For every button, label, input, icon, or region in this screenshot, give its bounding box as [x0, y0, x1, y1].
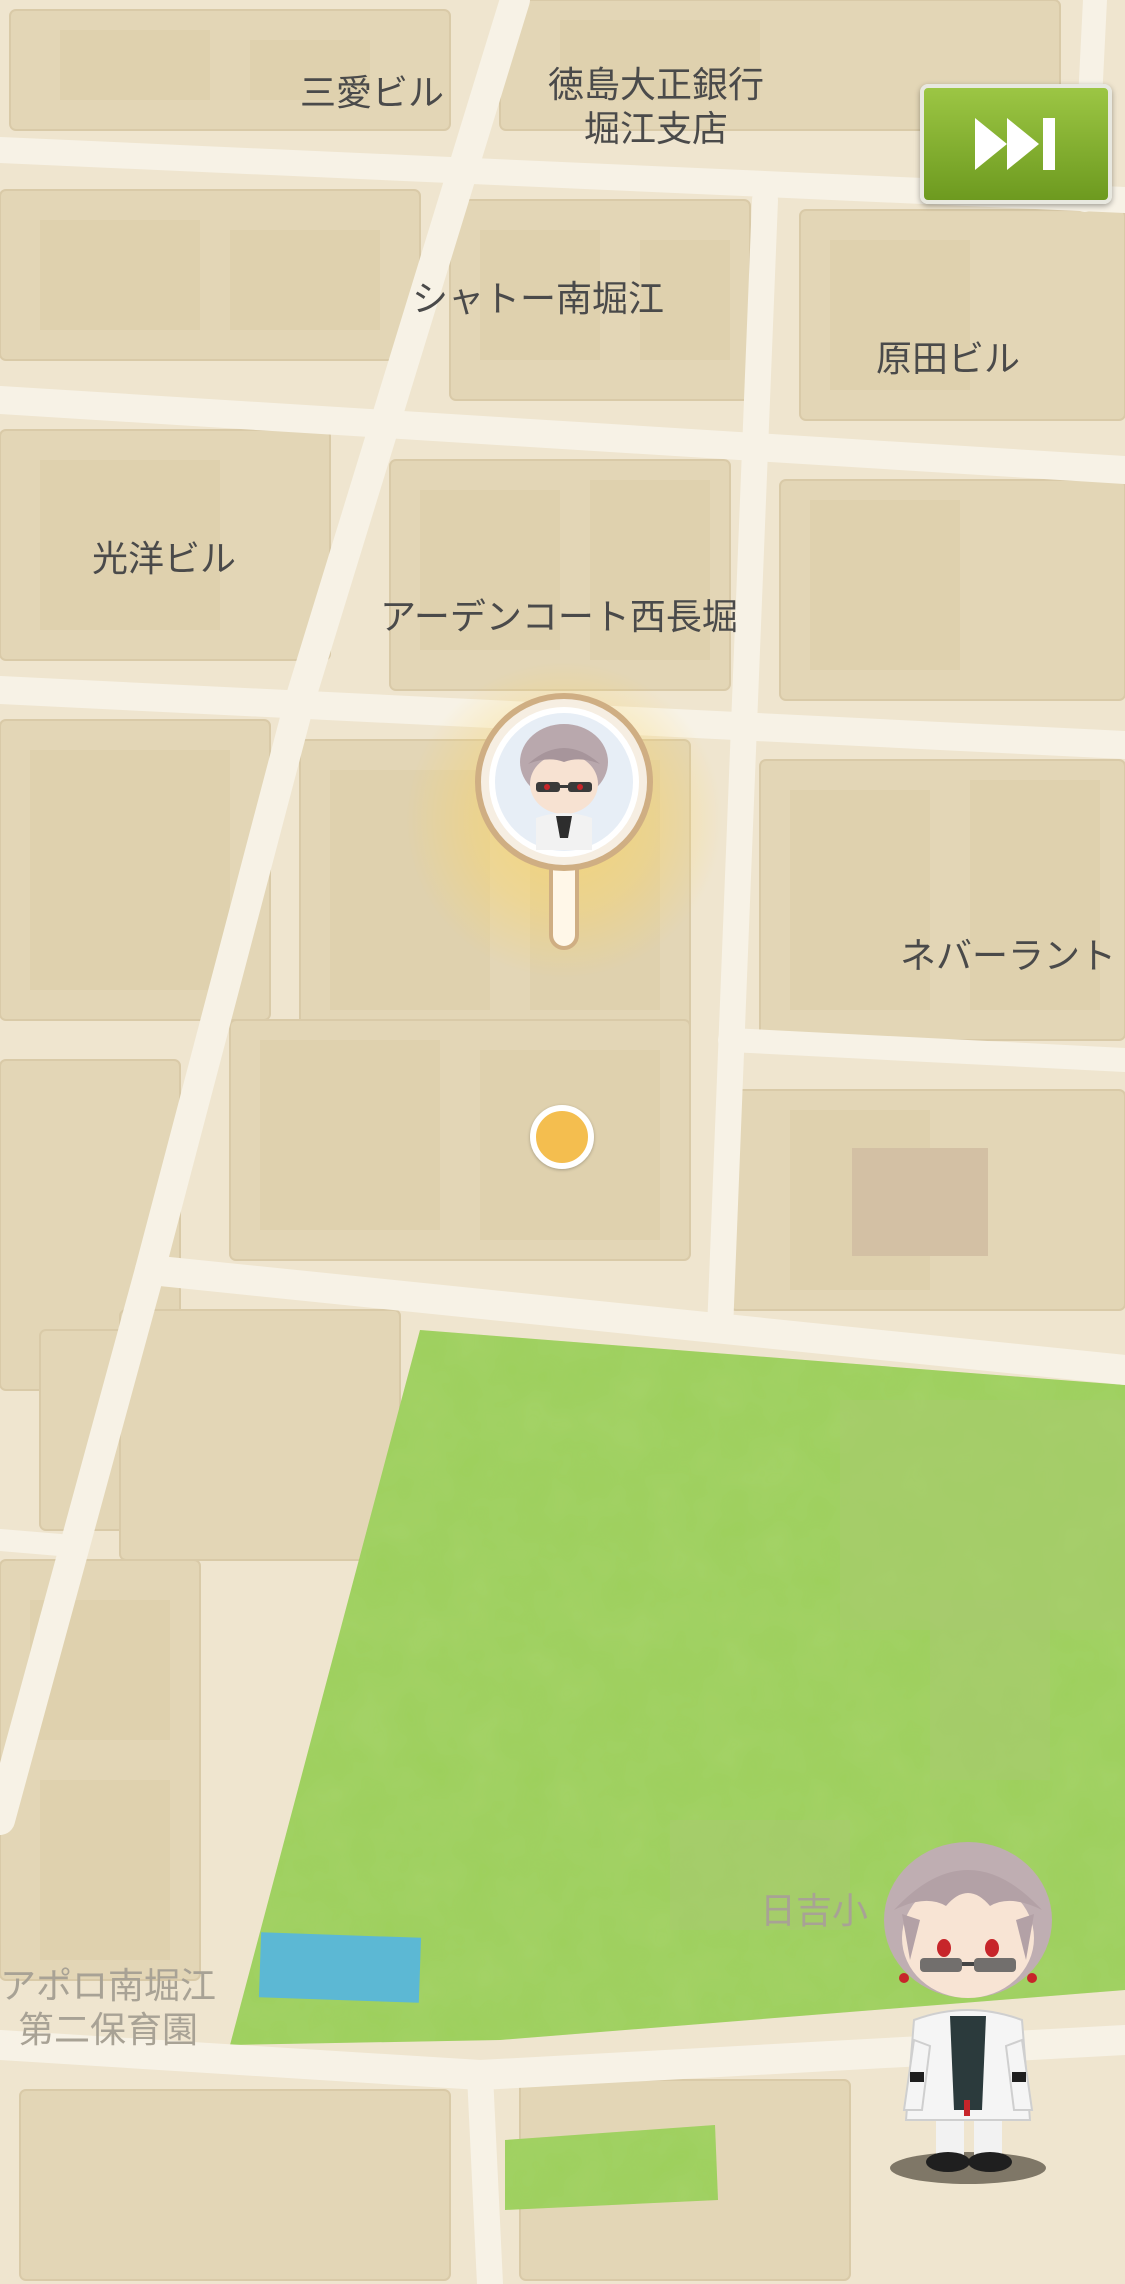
label-tokushima-bank: 徳島大正銀行 堀江支店: [548, 64, 764, 152]
pond: [258, 1932, 422, 2003]
school-ground: [840, 1400, 1125, 1630]
label-apollo-line2: 第二保育園: [18, 2010, 199, 2051]
current-location-dot[interactable]: [530, 1105, 594, 1169]
label-koyo-building: 光洋ビル: [92, 539, 237, 580]
label-sanryo-building: 三愛ビル: [300, 73, 445, 114]
label-harada-building: 原田ビル: [876, 339, 1021, 380]
label-tokushima-bank-line1: 徳島大正銀行: [548, 65, 765, 106]
label-apollo-line1: アポロ南堀江: [0, 1966, 217, 2007]
avatar-pin-icon: [475, 693, 653, 950]
label-apollo-nursery: アポロ南堀江 第二保育園: [0, 1965, 216, 2053]
character-shadow: [890, 2152, 1046, 2184]
label-arden-court: アーデンコート西長堀: [380, 597, 738, 638]
chibi-character[interactable]: [850, 1810, 1090, 2190]
fast-forward-icon: [975, 118, 1055, 170]
character-location-pin[interactable]: [404, 660, 724, 980]
label-chateau-minamihorie: シャトー南堀江: [412, 279, 665, 320]
school-building: [930, 1600, 1050, 1780]
label-tokushima-bank-line2: 堀江支店: [584, 109, 729, 150]
skip-button[interactable]: [920, 84, 1112, 204]
park-area-small[interactable]: [505, 2125, 718, 2210]
label-neverland: ネバーラント: [900, 936, 1117, 977]
courtyard: [852, 1148, 988, 1256]
